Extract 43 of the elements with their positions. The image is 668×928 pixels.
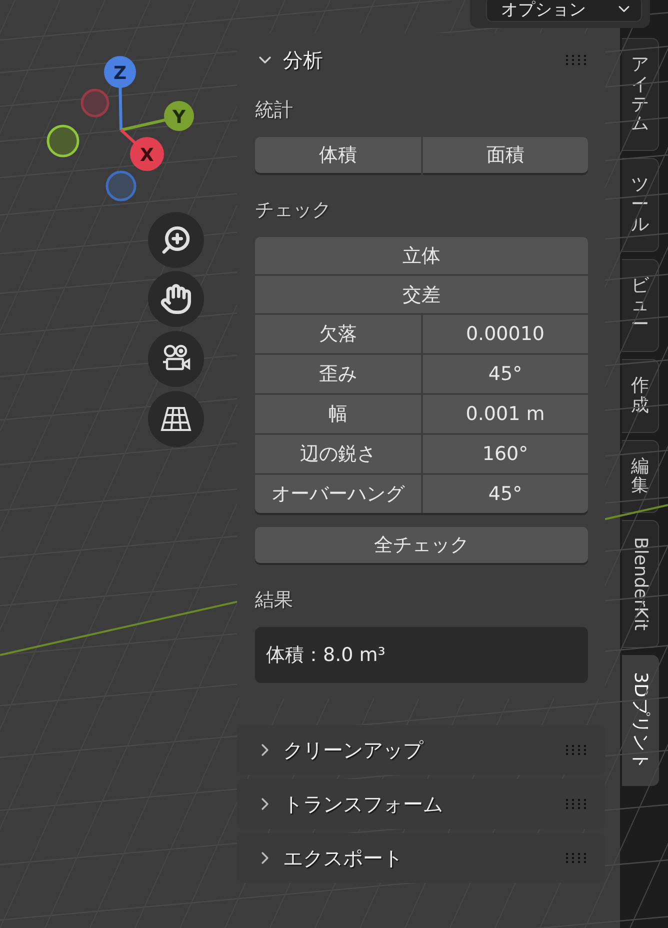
section-label: 結果 <box>255 588 294 613</box>
axis-gizmo-drawing[interactable]: X Y Z <box>44 55 214 205</box>
field-label: 歪み <box>255 355 420 393</box>
sidebar-tab[interactable]: ツール <box>622 158 659 252</box>
collapsed-panel-header[interactable]: トランスフォーム <box>237 779 605 829</box>
hand-icon <box>160 283 192 315</box>
sidebar-tab[interactable]: 編集 <box>622 440 659 514</box>
number-field[interactable]: 160° <box>422 435 588 473</box>
panel-title: エクスポート <box>283 844 404 872</box>
panel-title: トランスフォーム <box>283 790 444 818</box>
field-label: 辺の鋭さ <box>255 435 420 473</box>
section-label: チェック <box>255 198 332 223</box>
drag-handle-icon[interactable] <box>566 745 588 755</box>
check-all-button[interactable]: 全チェック <box>255 527 588 563</box>
stats-button[interactable]: 面積 <box>422 137 588 173</box>
sidebar-tab[interactable]: 3Dプリント <box>622 654 659 786</box>
section-label: 統計 <box>255 98 294 123</box>
perspective-button[interactable] <box>148 391 204 447</box>
stats-button[interactable]: 体積 <box>255 137 420 173</box>
drag-handle-icon[interactable] <box>566 799 588 809</box>
axis-label: Z <box>113 63 127 84</box>
check-button[interactable]: 立体 <box>255 237 588 274</box>
zoom-in-icon <box>160 224 192 256</box>
number-field[interactable]: 45° <box>422 475 588 513</box>
collapsed-panel-header[interactable]: クリーンアップ <box>237 725 605 775</box>
collapsed-panel-header[interactable]: エクスポート <box>237 833 605 883</box>
number-field[interactable]: 0.001 m <box>422 395 588 433</box>
axis-label: Y <box>172 107 186 128</box>
result-text: 体積：8.0 m³ <box>255 627 588 683</box>
check-button[interactable]: 交差 <box>255 276 588 313</box>
panel-title: クリーンアップ <box>283 736 424 764</box>
number-field[interactable]: 45° <box>422 355 588 393</box>
axis-label: X <box>140 145 154 166</box>
drag-handle-icon[interactable] <box>566 55 588 65</box>
pan-button[interactable] <box>148 271 204 327</box>
drag-handle-icon[interactable] <box>566 853 588 863</box>
field-label: オーバーハング <box>255 475 420 513</box>
field-label: 幅 <box>255 395 420 433</box>
panel-title[interactable]: 分析 <box>283 46 558 74</box>
number-field[interactable]: 0.00010 <box>422 315 588 353</box>
field-label: 欠落 <box>255 315 420 353</box>
options-dropdown[interactable]: オプション <box>486 0 642 22</box>
sidebar-tab[interactable]: BlenderKit <box>622 520 659 648</box>
